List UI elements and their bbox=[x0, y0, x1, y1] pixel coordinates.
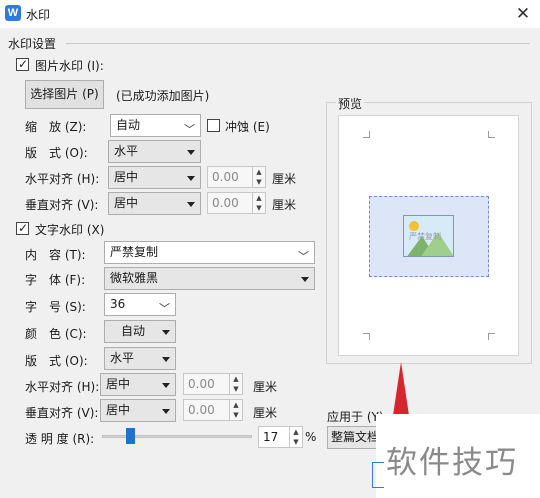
text-watermark-label: 文字水印 (X) bbox=[35, 223, 105, 237]
picture-valign-label: 垂直对齐 (V): bbox=[25, 198, 99, 212]
red-arrow-annotation bbox=[392, 362, 410, 422]
picture-valign-offset: 0.00 bbox=[212, 196, 239, 210]
preview-label: 预览 bbox=[336, 95, 365, 112]
picture-valign-dropdown[interactable]: 居中 bbox=[108, 192, 201, 215]
transparency-value: 17 bbox=[263, 430, 279, 444]
content-label: 内 容 (T): bbox=[25, 248, 86, 262]
picture-layout-label: 版 式 (O): bbox=[25, 146, 88, 160]
dropdown-arrow-icon bbox=[162, 357, 170, 362]
content-value: 严禁复制 bbox=[110, 245, 159, 259]
size-label: 字 号 (S): bbox=[25, 300, 86, 314]
picture-status-text: (已成功添加图片) bbox=[116, 89, 210, 103]
picture-halign-offset-spinner[interactable]: 0.00 ▲ ▼ bbox=[207, 166, 266, 188]
text-halign-offset: 0.00 bbox=[188, 377, 215, 391]
dropdown-arrow-icon bbox=[162, 383, 170, 388]
unit-label: 厘米 bbox=[253, 406, 278, 420]
text-valign-dropdown[interactable]: 居中 bbox=[100, 399, 176, 422]
section-divider bbox=[66, 43, 530, 44]
margin-corner-mark bbox=[488, 131, 495, 138]
dropdown-arrow-icon bbox=[162, 409, 170, 414]
text-halign-offset-spinner[interactable]: 0.00 ▲ ▼ bbox=[183, 373, 243, 395]
margin-corner-mark bbox=[363, 131, 370, 138]
text-valign-label: 垂直对齐 (V): bbox=[25, 406, 99, 420]
size-value: 36 bbox=[110, 297, 126, 311]
text-valign-offset: 0.00 bbox=[188, 403, 215, 417]
washout-label: 冲蚀 (E) bbox=[225, 120, 270, 134]
dropdown-arrow-icon bbox=[162, 330, 170, 335]
size-dropdown[interactable]: 36 ﹀ bbox=[104, 293, 176, 316]
apply-to-value: 整篇文档 bbox=[331, 430, 380, 444]
text-valign-offset-spinner[interactable]: 0.00 ▲ ▼ bbox=[183, 399, 243, 421]
text-valign-value: 居中 bbox=[106, 403, 131, 417]
wps-app-icon: W bbox=[5, 5, 21, 21]
picture-layout-value: 水平 bbox=[114, 144, 139, 158]
margin-corner-mark bbox=[363, 333, 370, 340]
content-dropdown[interactable]: 严禁复制 ﹀ bbox=[104, 241, 315, 264]
picture-valign-offset-spinner[interactable]: 0.00 ▲ ▼ bbox=[207, 192, 266, 214]
picture-watermark-label: 图片水印 (I): bbox=[35, 59, 104, 73]
color-value: 自动 bbox=[120, 324, 145, 338]
transparency-slider-track[interactable] bbox=[102, 435, 252, 438]
picture-halign-offset: 0.00 bbox=[212, 170, 239, 184]
color-dropdown[interactable]: 自动 bbox=[104, 320, 176, 343]
text-halign-label: 水平对齐 (H): bbox=[25, 380, 100, 394]
text-halign-dropdown[interactable]: 居中 bbox=[100, 373, 176, 396]
chevron-down-icon: ﹀ bbox=[159, 302, 170, 315]
spin-up-icon[interactable]: ▲ bbox=[252, 167, 265, 177]
dropdown-arrow-icon bbox=[187, 150, 195, 155]
picture-layout-dropdown[interactable]: 水平 bbox=[108, 140, 201, 163]
transparency-label: 透 明 度 (R): bbox=[25, 432, 95, 446]
percent-unit: % bbox=[305, 430, 317, 444]
picture-valign-value: 居中 bbox=[114, 196, 139, 210]
spin-down-icon[interactable]: ▼ bbox=[289, 437, 302, 447]
text-watermark-checkbox[interactable] bbox=[16, 221, 29, 235]
text-layout-dropdown[interactable]: 水平 bbox=[104, 347, 176, 370]
close-icon[interactable]: ✕ bbox=[514, 5, 532, 23]
spin-down-icon[interactable]: ▼ bbox=[229, 384, 242, 394]
spin-up-icon[interactable]: ▲ bbox=[252, 193, 265, 203]
ok-button-edge[interactable] bbox=[372, 462, 384, 488]
font-label: 字 体 (F): bbox=[25, 273, 86, 287]
spin-up-icon[interactable]: ▲ bbox=[229, 400, 242, 410]
select-picture-button[interactable]: 选择图片 (P) bbox=[25, 80, 104, 109]
section-title: 水印设置 bbox=[8, 37, 57, 51]
scale-label: 缩 放 (Z): bbox=[25, 120, 87, 134]
unit-label: 厘米 bbox=[253, 380, 278, 394]
site-watermark-text: 软件技巧 bbox=[386, 445, 518, 481]
picture-halign-value: 居中 bbox=[114, 170, 139, 184]
scale-value: 自动 bbox=[116, 118, 141, 132]
window-title: 水印 bbox=[26, 8, 51, 22]
spin-down-icon[interactable]: ▼ bbox=[229, 410, 242, 420]
text-layout-value: 水平 bbox=[110, 351, 135, 365]
unit-label: 厘米 bbox=[272, 172, 297, 186]
chevron-down-icon: ﹀ bbox=[298, 250, 309, 263]
spin-down-icon[interactable]: ▼ bbox=[252, 203, 265, 213]
picture-halign-label: 水平对齐 (H): bbox=[25, 172, 100, 186]
color-label: 颜 色 (C): bbox=[25, 327, 87, 341]
text-halign-value: 居中 bbox=[106, 377, 131, 391]
dropdown-arrow-icon bbox=[187, 176, 195, 181]
font-dropdown[interactable]: 微软雅黑 bbox=[104, 267, 315, 290]
font-value: 微软雅黑 bbox=[110, 271, 159, 285]
preview-watermark-text: 严禁复制 bbox=[409, 232, 441, 241]
spin-down-icon[interactable]: ▼ bbox=[252, 177, 265, 187]
title-bar bbox=[0, 0, 540, 28]
spin-up-icon[interactable]: ▲ bbox=[289, 427, 302, 437]
spin-up-icon[interactable]: ▲ bbox=[229, 374, 242, 384]
picture-halign-dropdown[interactable]: 居中 bbox=[108, 166, 201, 189]
picture-watermark-checkbox[interactable] bbox=[16, 57, 29, 71]
text-layout-label: 版 式 (O): bbox=[25, 354, 88, 368]
dropdown-arrow-icon bbox=[301, 277, 309, 282]
dropdown-arrow-icon bbox=[187, 202, 195, 207]
transparency-spinner[interactable]: 17 ▲ ▼ bbox=[258, 426, 303, 448]
scale-dropdown[interactable]: 自动 ﹀ bbox=[110, 114, 201, 137]
washout-checkbox[interactable] bbox=[207, 119, 220, 132]
margin-corner-mark bbox=[488, 333, 495, 340]
chevron-down-icon: ﹀ bbox=[184, 123, 195, 136]
unit-label: 厘米 bbox=[272, 198, 297, 212]
transparency-slider-thumb[interactable] bbox=[126, 428, 135, 444]
